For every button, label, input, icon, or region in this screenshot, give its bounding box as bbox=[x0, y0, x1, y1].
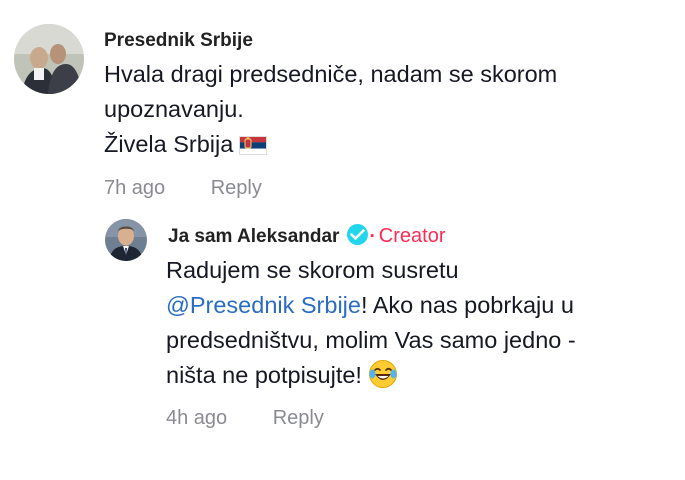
reply-meta: 4h ago Reply bbox=[166, 407, 324, 430]
comment-meta: 7h ago Reply bbox=[104, 177, 262, 200]
comment-line: Hvala dragi predsedniče, nadam se skorom bbox=[104, 61, 558, 87]
reply-author[interactable]: Ja sam Aleksandar bbox=[168, 226, 339, 247]
comment-line: upoznavanju. bbox=[104, 96, 244, 122]
comment-timestamp: 7h ago bbox=[104, 177, 166, 199]
reply-line: Radujem se skorom susretu bbox=[166, 257, 459, 283]
comment-line: Živela Srbija bbox=[104, 127, 674, 165]
reply-button[interactable]: Reply bbox=[211, 177, 262, 200]
separator-dot: · bbox=[369, 226, 376, 247]
comment-line-text: Živela Srbija bbox=[104, 131, 234, 157]
comment-item: Presednik Srbije Hvala dragi predsedniče… bbox=[0, 0, 685, 210]
reply-author-row: Ja sam Aleksandar · Creator bbox=[168, 224, 446, 248]
laughing-tears-emoji-icon bbox=[368, 359, 398, 399]
verified-check-icon bbox=[347, 224, 369, 245]
reply-line: ništa ne potpisujte! bbox=[166, 358, 676, 399]
reply-button[interactable]: Reply bbox=[273, 407, 324, 430]
reply-text: Radujem se skorom susretu @Presednik Srb… bbox=[166, 253, 676, 399]
comment-text: Hvala dragi predsedniče, nadam se skorom… bbox=[104, 57, 674, 165]
reply-item: Ja sam Aleksandar · Creator Radujem se sko… bbox=[0, 210, 685, 460]
creator-badge: Creator bbox=[378, 225, 446, 247]
mention-link[interactable]: @Presednik Srbije bbox=[166, 292, 361, 318]
comment-author[interactable]: Presednik Srbije bbox=[104, 30, 253, 52]
reply-line-text: ništa ne potpisujte! bbox=[166, 362, 362, 388]
avatar[interactable] bbox=[14, 24, 84, 94]
reply-line: predsedništvu, molim Vas samo jedno - bbox=[166, 327, 576, 353]
reply-line: @Presednik Srbije! Ako nas pobrkaju u bbox=[166, 288, 676, 323]
reply-line-text: ! Ako nas pobrkaju u bbox=[360, 292, 574, 318]
reply-timestamp: 4h ago bbox=[166, 407, 228, 429]
avatar[interactable] bbox=[105, 219, 147, 261]
serbia-flag-icon bbox=[239, 130, 268, 165]
